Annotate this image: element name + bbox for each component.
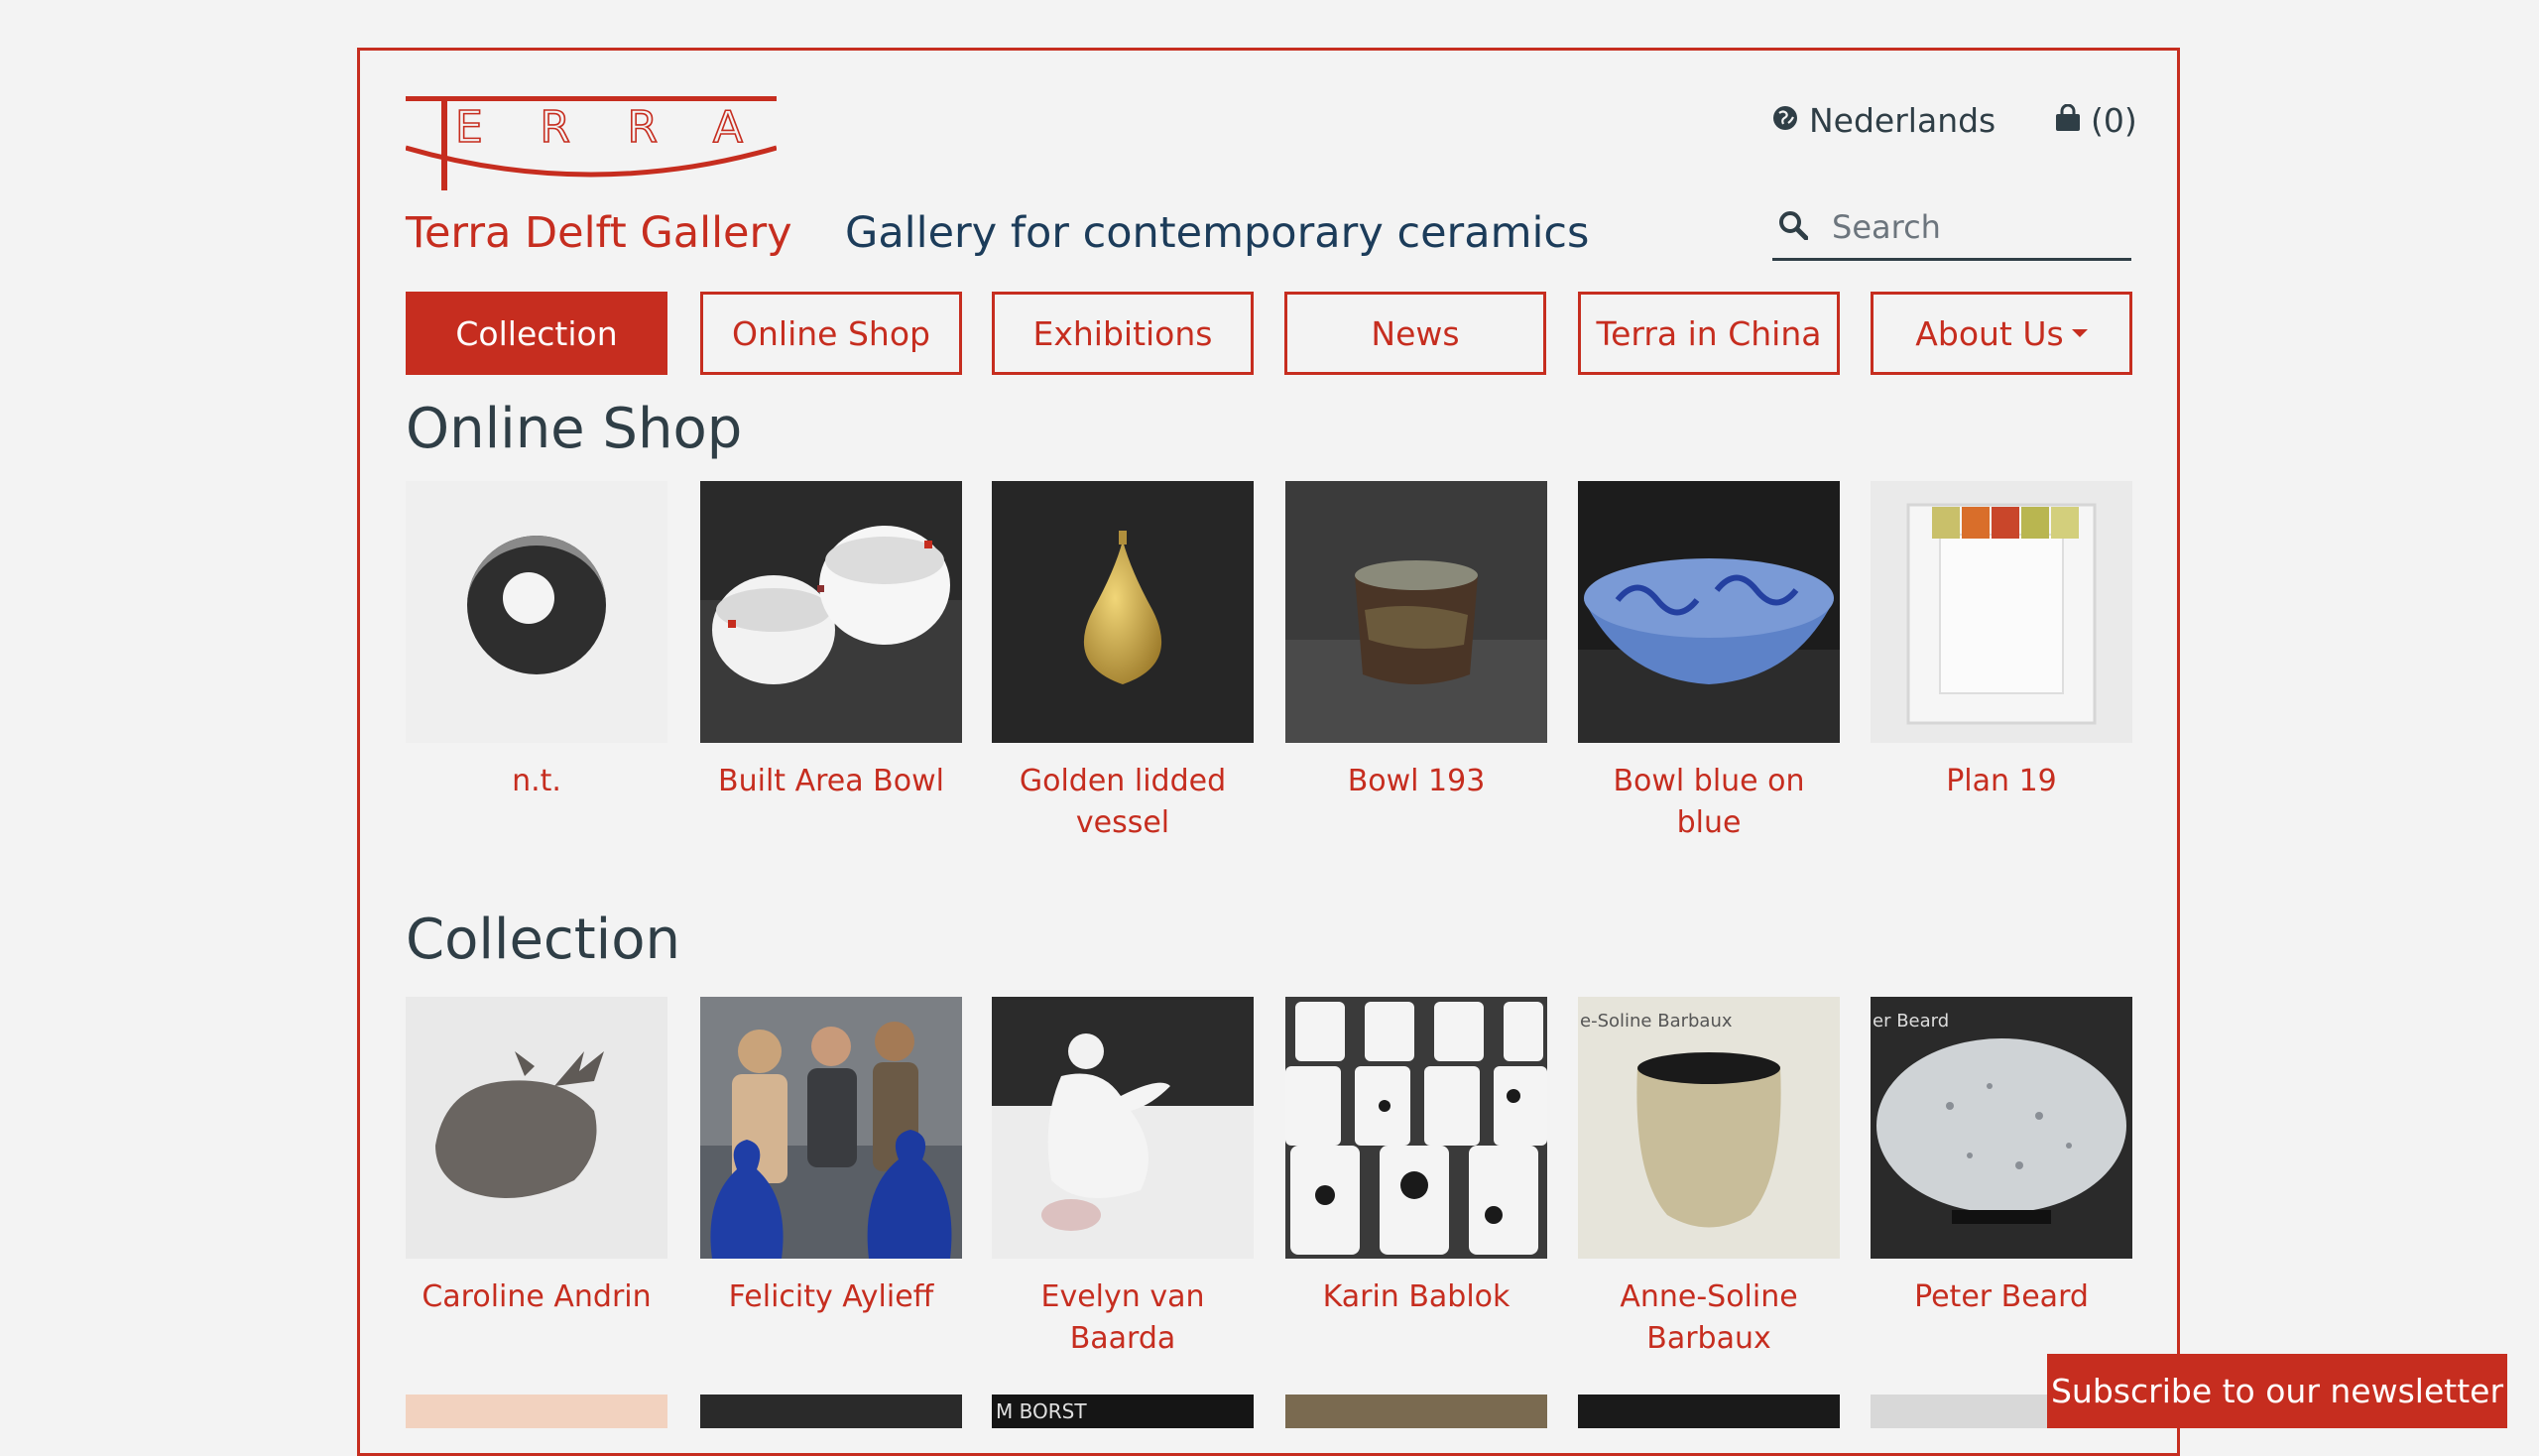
collection-heading: Collection (406, 908, 680, 972)
shop-item[interactable]: Bowl 193 (1285, 481, 1547, 802)
artist-image[interactable] (992, 997, 1254, 1259)
tagline: Gallery for contemporary ceramics (845, 208, 1590, 258)
photo-caption: er Beard (1873, 1011, 1949, 1031)
shop-item-label: n.t. (512, 764, 561, 798)
shop-item-label: Bowl blue on blue (1613, 764, 1805, 840)
artist-image[interactable] (406, 1395, 667, 1428)
terra-logo[interactable]: ERRA (405, 94, 778, 198)
artist-image[interactable] (1285, 1395, 1547, 1428)
artist-name: Evelyn van Baarda (1040, 1279, 1205, 1356)
nav-about-us[interactable]: About Us (1871, 292, 2132, 375)
newsletter-subscribe-button[interactable]: Subscribe to our newsletter (2047, 1354, 2507, 1428)
artist-image[interactable] (700, 997, 962, 1259)
shop-item-label: Built Area Bowl (718, 764, 944, 798)
caret-down-icon (2071, 329, 2088, 337)
shop-item[interactable]: n.t. (406, 481, 667, 802)
photo-caption: e-Soline Barbaux (1580, 1011, 1733, 1031)
globe-icon (1771, 101, 1799, 140)
shop-item[interactable]: Golden lidded vessel (992, 481, 1254, 844)
product-image[interactable] (406, 481, 667, 743)
language-switch[interactable]: Nederlands (1771, 101, 1995, 140)
nav-news[interactable]: News (1284, 292, 1546, 375)
artist-name: Karin Bablok (1322, 1279, 1511, 1314)
shopping-bag-icon (2055, 101, 2081, 140)
cart-link[interactable]: (0) (2055, 101, 2137, 140)
artist-image[interactable]: e-Soline Barbaux (1578, 997, 1840, 1259)
shop-item-label: Golden lidded vessel (1019, 764, 1227, 840)
product-image[interactable] (700, 481, 962, 743)
svg-text:ERRA: ERRA (455, 102, 753, 153)
artist-image[interactable] (406, 997, 667, 1259)
artist-image[interactable]: M BORST (992, 1395, 1254, 1428)
product-image[interactable] (1871, 481, 2132, 743)
product-image[interactable] (992, 481, 1254, 743)
search-input[interactable] (1830, 207, 2121, 247)
nav-exhibitions[interactable]: Exhibitions (992, 292, 1254, 375)
artist-card[interactable]: Karin Bablok (1285, 997, 1547, 1318)
artist-name: Felicity Aylieff (728, 1279, 934, 1314)
artist-name: Peter Beard (1914, 1279, 2089, 1314)
product-image[interactable] (1285, 481, 1547, 743)
artist-image[interactable]: er Beard (1871, 997, 2132, 1259)
artist-image[interactable] (1285, 997, 1547, 1259)
artist-image[interactable] (1578, 1395, 1840, 1428)
shop-item-label: Plan 19 (1946, 764, 2057, 798)
shop-item[interactable]: Plan 19 (1871, 481, 2132, 802)
nav-online-shop[interactable]: Online Shop (700, 292, 962, 375)
shop-item[interactable]: Built Area Bowl (700, 481, 962, 802)
product-image[interactable] (1578, 481, 1840, 743)
artist-name: Caroline Andrin (422, 1279, 652, 1314)
language-label: Nederlands (1809, 101, 1996, 140)
shop-item[interactable]: Bowl blue on blue (1578, 481, 1840, 844)
artist-card[interactable]: Felicity Aylieff (700, 997, 962, 1318)
search-icon[interactable] (1778, 210, 1822, 244)
search-bar[interactable] (1772, 196, 2131, 261)
online-shop-heading: Online Shop (406, 397, 743, 461)
cart-count: (0) (2091, 101, 2137, 140)
artist-card[interactable]: Evelyn van Baarda (992, 997, 1254, 1360)
artist-card[interactable]: er Beard Peter Beard (1871, 997, 2132, 1318)
shop-item-label: Bowl 193 (1347, 764, 1486, 798)
nav-collection[interactable]: Collection (406, 292, 667, 375)
artist-card[interactable]: Caroline Andrin (406, 997, 667, 1318)
artist-card[interactable]: e-Soline Barbaux Anne-Soline Barbaux (1578, 997, 1840, 1360)
nav-terra-in-china[interactable]: Terra in China (1578, 292, 1840, 375)
artist-image[interactable] (700, 1395, 962, 1428)
artist-name: Anne-Soline Barbaux (1620, 1279, 1798, 1356)
brand-name[interactable]: Terra Delft Gallery (406, 208, 792, 258)
